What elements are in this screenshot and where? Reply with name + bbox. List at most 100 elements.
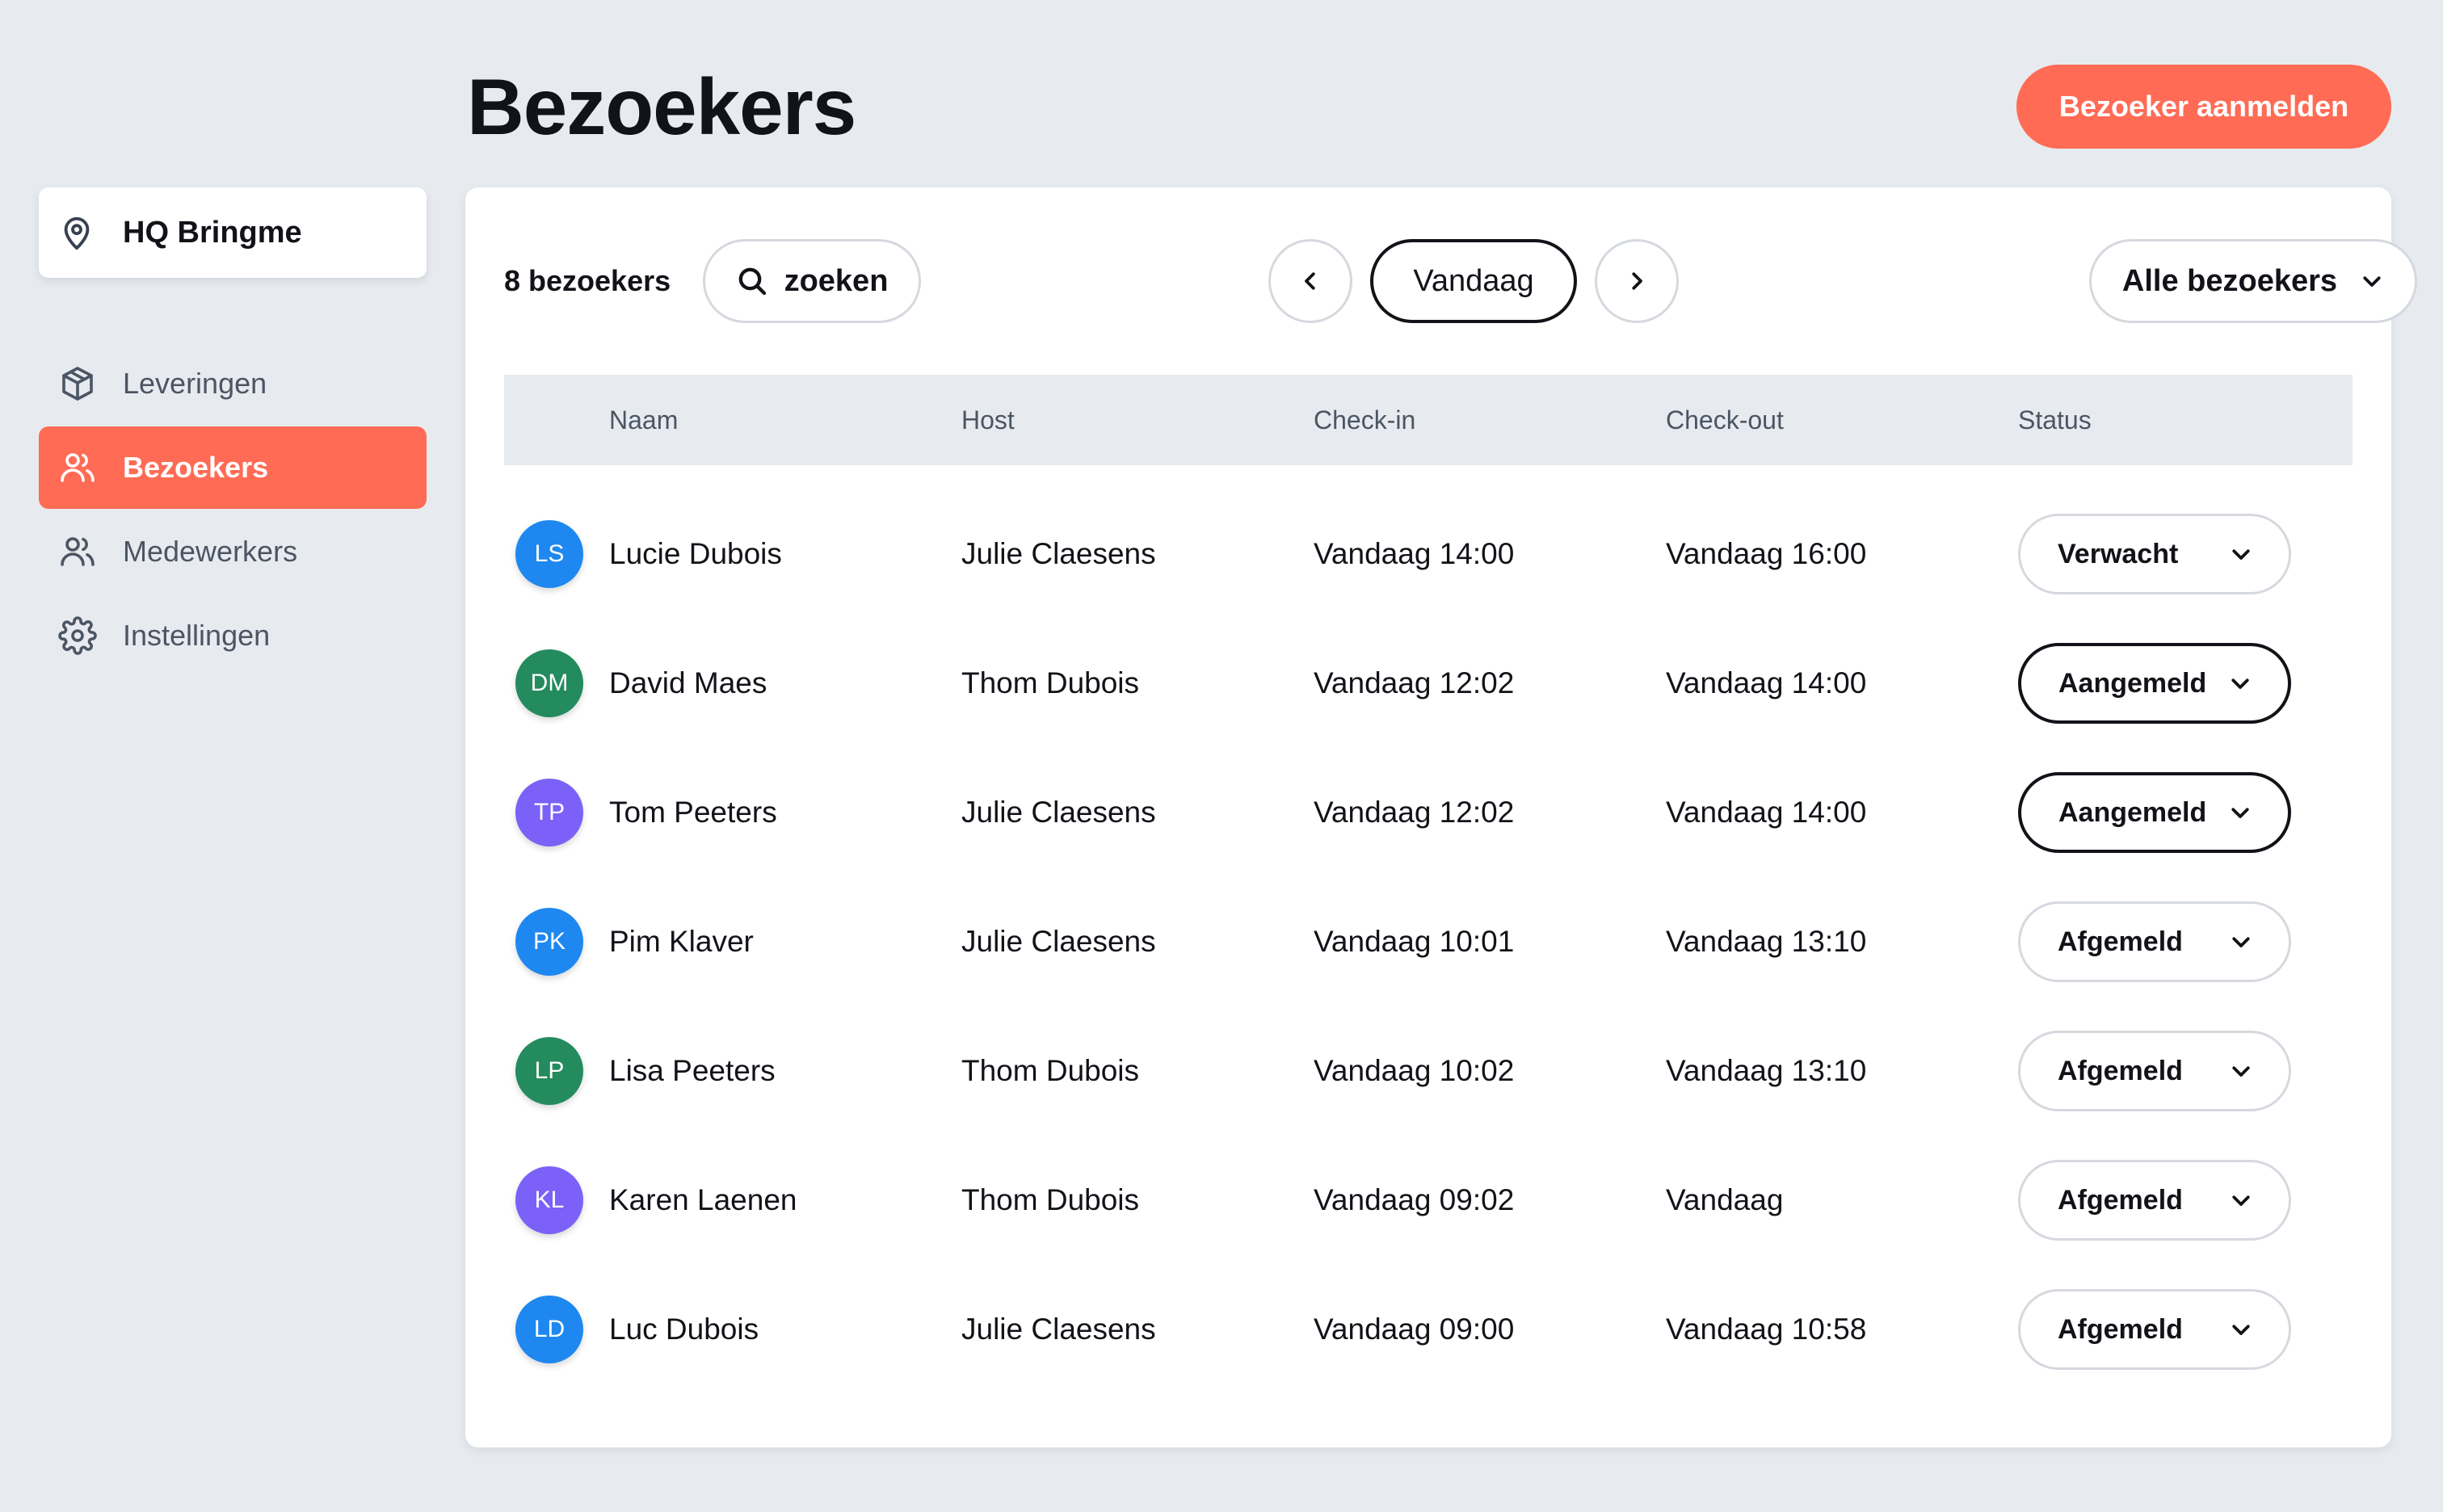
search-button[interactable]: zoeken xyxy=(703,239,921,323)
date-selector[interactable]: Vandaag xyxy=(1370,239,1577,323)
check-out-time: Vandaag 10:58 xyxy=(1666,1312,1867,1346)
status-dropdown[interactable]: Afgemeld xyxy=(2018,901,2291,982)
status-cell: Aangemeld xyxy=(2018,619,2291,748)
next-day-button[interactable] xyxy=(1595,239,1679,323)
table-row[interactable]: LS Lucie Dubois Julie Claesens Vandaag 1… xyxy=(504,489,2353,619)
sidebar-item-label: Bezoekers xyxy=(123,451,269,484)
visitors-panel: 8 bezoekers zoeken Vandaag Alle bezoeker… xyxy=(465,187,2417,1447)
sidebar-nav: Leveringen Bezoekers Medewerkers Instell… xyxy=(39,342,427,678)
table-header: Naam Host Check-in Check-out Status xyxy=(504,375,2353,465)
visitor-name: Lisa Peeters xyxy=(609,1054,776,1087)
avatar: DM xyxy=(515,649,583,717)
host-name: Julie Claesens xyxy=(961,796,1156,829)
visitor-name: Karen Laenen xyxy=(609,1183,797,1216)
chevron-left-icon xyxy=(1298,269,1322,293)
check-in-time: Vandaag 12:02 xyxy=(1314,796,1515,829)
sidebar-item-medewerkers[interactable]: Medewerkers xyxy=(39,510,427,593)
visitor-name: David Maes xyxy=(609,666,767,699)
status-dropdown[interactable]: Verwacht xyxy=(2018,514,2291,594)
status-label: Aangemeld xyxy=(2058,796,2207,828)
visitor-count: 8 bezoekers xyxy=(504,264,671,297)
visitor-filter-dropdown[interactable]: Alle bezoekers xyxy=(2089,239,2417,323)
chevron-down-icon xyxy=(2229,1188,2253,1212)
toolbar: 8 bezoekers zoeken Vandaag Alle bezoeker… xyxy=(504,239,2417,323)
chevron-down-icon xyxy=(2228,800,2252,825)
filter-label: Alle bezoekers xyxy=(2121,263,2338,298)
avatar: LD xyxy=(515,1296,583,1363)
status-dropdown[interactable]: Afgemeld xyxy=(2018,1289,2291,1370)
check-out-time: Vandaag xyxy=(1666,1183,1784,1216)
avatar: LP xyxy=(515,1037,583,1105)
gear-icon xyxy=(58,616,97,655)
page-title: Bezoekers xyxy=(467,62,856,151)
host-name: Julie Claesens xyxy=(961,1312,1156,1346)
search-label: zoeken xyxy=(784,263,889,298)
status-label: Afgemeld xyxy=(2058,926,2183,957)
status-cell: Aangemeld xyxy=(2018,748,2291,877)
check-in-time: Vandaag 14:00 xyxy=(1314,537,1515,570)
add-visitor-button[interactable]: Bezoeker aanmelden xyxy=(2016,65,2391,149)
users-icon xyxy=(58,448,97,487)
visitor-name: Tom Peeters xyxy=(609,796,777,829)
table-row[interactable]: LP Lisa Peeters Thom Dubois Vandaag 10:0… xyxy=(504,1006,2353,1136)
location-name: HQ Bringme xyxy=(123,215,302,250)
visitor-name: Pim Klaver xyxy=(609,925,754,958)
host-name: Thom Dubois xyxy=(961,1183,1140,1216)
check-in-time: Vandaag 10:01 xyxy=(1314,925,1515,958)
status-dropdown[interactable]: Afgemeld xyxy=(2018,1031,2291,1111)
column-header-check-out[interactable]: Check-out xyxy=(1666,375,1784,465)
users-icon xyxy=(58,532,97,571)
status-cell: Afgemeld xyxy=(2018,1136,2291,1265)
status-dropdown[interactable]: Aangemeld xyxy=(2018,772,2291,853)
status-label: Afgemeld xyxy=(2058,1184,2183,1216)
check-out-time: Vandaag 14:00 xyxy=(1666,666,1867,699)
avatar: PK xyxy=(515,908,583,976)
sidebar-item-bezoekers[interactable]: Bezoekers xyxy=(39,426,427,509)
check-in-time: Vandaag 09:00 xyxy=(1314,1312,1515,1346)
check-in-time: Vandaag 09:02 xyxy=(1314,1183,1515,1216)
column-header-host[interactable]: Host xyxy=(961,375,1015,465)
table-row[interactable]: KL Karen Laenen Thom Dubois Vandaag 09:0… xyxy=(504,1136,2353,1265)
check-out-time: Vandaag 14:00 xyxy=(1666,796,1867,829)
sidebar-item-leveringen[interactable]: Leveringen xyxy=(39,342,427,425)
chevron-down-icon xyxy=(2229,1317,2253,1342)
status-dropdown[interactable]: Aangemeld xyxy=(2018,643,2291,724)
check-in-time: Vandaag 12:02 xyxy=(1314,666,1515,699)
chevron-down-icon xyxy=(2229,542,2253,566)
search-icon xyxy=(736,265,768,297)
chevron-down-icon xyxy=(2229,930,2253,954)
app: Bezoekers Bezoeker aanmelden HQ Bringme … xyxy=(0,0,2443,1512)
table-row[interactable]: TP Tom Peeters Julie Claesens Vandaag 12… xyxy=(504,748,2353,877)
status-label: Afgemeld xyxy=(2058,1055,2183,1086)
visitor-name: Luc Dubois xyxy=(609,1312,759,1346)
column-header-status[interactable]: Status xyxy=(2018,375,2092,465)
status-dropdown[interactable]: Afgemeld xyxy=(2018,1160,2291,1241)
avatar: LS xyxy=(515,520,583,588)
status-label: Afgemeld xyxy=(2058,1313,2183,1345)
chevron-right-icon xyxy=(1625,269,1649,293)
location-selector[interactable]: HQ Bringme xyxy=(39,187,427,278)
previous-day-button[interactable] xyxy=(1268,239,1352,323)
visitor-name: Lucie Dubois xyxy=(609,537,782,570)
column-header-naam[interactable]: Naam xyxy=(609,375,678,465)
table-row[interactable]: DM David Maes Thom Dubois Vandaag 12:02 … xyxy=(504,619,2353,748)
host-name: Julie Claesens xyxy=(961,925,1156,958)
visitors-table: Naam Host Check-in Check-out Status LS L… xyxy=(504,375,2353,1394)
host-name: Thom Dubois xyxy=(961,666,1140,699)
chevron-down-icon xyxy=(2229,1059,2253,1083)
sidebar-item-instellingen[interactable]: Instellingen xyxy=(39,594,427,677)
table-row[interactable]: PK Pim Klaver Julie Claesens Vandaag 10:… xyxy=(504,877,2353,1006)
host-name: Julie Claesens xyxy=(961,537,1156,570)
column-header-check-in[interactable]: Check-in xyxy=(1314,375,1415,465)
sidebar-item-label: Instellingen xyxy=(123,619,271,652)
status-cell: Afgemeld xyxy=(2018,1265,2291,1394)
chevron-down-icon xyxy=(2360,269,2384,293)
host-name: Thom Dubois xyxy=(961,1054,1140,1087)
chevron-down-icon xyxy=(2228,671,2252,695)
table-row[interactable]: LD Luc Dubois Julie Claesens Vandaag 09:… xyxy=(504,1265,2353,1394)
map-pin-icon xyxy=(58,214,95,251)
check-out-time: Vandaag 13:10 xyxy=(1666,1054,1867,1087)
status-cell: Afgemeld xyxy=(2018,1006,2291,1136)
avatar: KL xyxy=(515,1166,583,1234)
sidebar-item-label: Medewerkers xyxy=(123,535,298,568)
